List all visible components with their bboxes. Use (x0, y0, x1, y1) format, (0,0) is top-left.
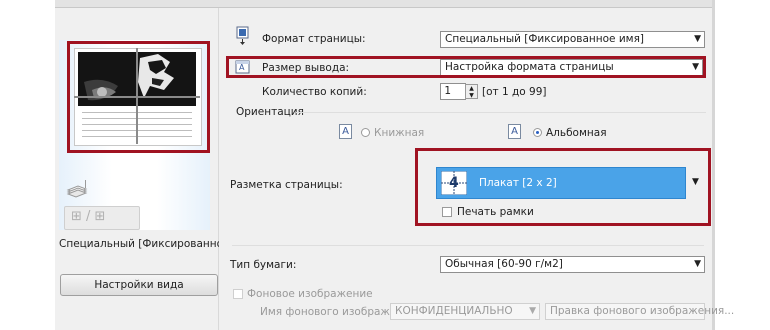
window-right-edge (712, 0, 715, 330)
copies-spinner[interactable]: ▲ ▼ (465, 84, 478, 99)
preview-caption: Специальный [Фиксированное им (59, 238, 219, 250)
background-name-select[interactable]: КОНФИДЕНЦИАЛЬНО ▼ (390, 303, 540, 320)
chevron-down-icon: ▼ (694, 259, 701, 269)
output-size-highlight-box (226, 56, 706, 78)
page-format-value: Специальный [Фиксированное имя] (445, 33, 644, 45)
landscape-radio[interactable] (533, 128, 542, 137)
page-format-icon (234, 26, 252, 45)
chevron-down-icon: ▼ (529, 306, 536, 316)
copies-label: Количество копий: (262, 86, 367, 98)
copies-range: [от 1 до 99] (482, 86, 547, 98)
page-format-label: Формат страницы: (262, 33, 366, 45)
paper-type-select[interactable]: Обычная [60-90 г/м2] ▼ (440, 256, 705, 273)
preview-highlight-box (67, 41, 210, 153)
page-layout-highlight-box (415, 148, 711, 226)
orientation-separator (296, 112, 706, 113)
paper-type-value: Обычная [60-90 г/м2] (445, 258, 563, 270)
landscape-orientation-icon: A (508, 124, 521, 139)
background-edit-button[interactable]: Правка фонового изображения... (545, 303, 734, 320)
section-separator (232, 245, 704, 246)
background-image-checkbox[interactable] (233, 289, 243, 299)
preview-mode-buttons[interactable]: ⊞ / ⊞ (64, 206, 140, 230)
paper-type-label: Тип бумаги: (230, 259, 297, 271)
portrait-orientation-icon: A (339, 124, 352, 139)
column-divider (218, 8, 219, 330)
background-name-value: КОНФИДЕНЦИАЛЬНО (395, 305, 513, 317)
preview-mode-glyphs: ⊞ / ⊞ (71, 209, 106, 224)
page-layout-label: Разметка страницы: (230, 179, 343, 191)
background-image-label[interactable]: Фоновое изображение (247, 288, 373, 300)
copies-value: 1 (444, 85, 451, 97)
window-top-edge (55, 0, 715, 8)
orientation-label: Ориентация (236, 106, 304, 118)
paper-stack-icon (66, 178, 88, 198)
chevron-down-icon: ▼ (694, 34, 701, 44)
copies-input[interactable]: 1 (440, 83, 466, 100)
landscape-label[interactable]: Альбомная (546, 127, 607, 139)
page-format-select[interactable]: Специальный [Фиксированное имя] ▼ (440, 31, 705, 48)
background-edit-label: Правка фонового изображения... (550, 305, 735, 317)
portrait-label[interactable]: Книжная (374, 127, 424, 139)
view-settings-button[interactable]: Настройки вида (60, 274, 218, 296)
portrait-radio[interactable] (361, 128, 370, 137)
